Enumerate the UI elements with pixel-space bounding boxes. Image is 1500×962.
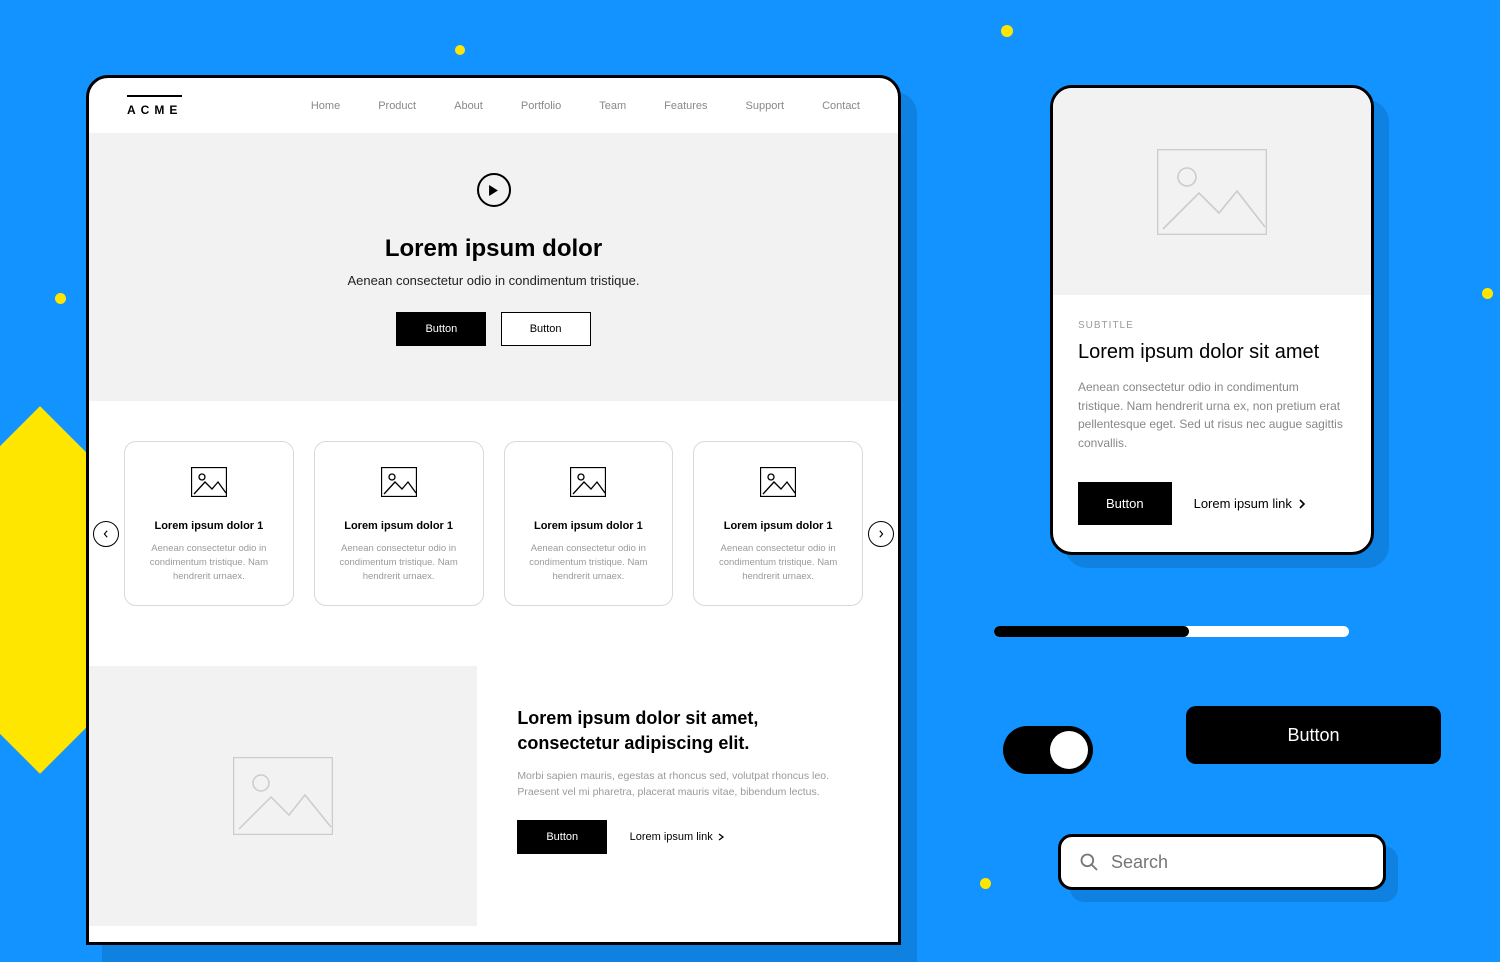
toggle-switch[interactable] xyxy=(1003,726,1093,774)
carousel-prev-button[interactable] xyxy=(93,521,119,547)
mobile-link[interactable]: Lorem ipsum link xyxy=(1194,496,1307,511)
image-placeholder-icon xyxy=(233,757,333,835)
carousel: Lorem ipsum dolor 1 Aenean consectetur o… xyxy=(89,401,898,666)
split-title: Lorem ipsum dolor sit amet, consectetur … xyxy=(517,706,863,755)
image-placeholder-icon xyxy=(191,467,227,497)
card-title: Lorem ipsum dolor 1 xyxy=(708,520,848,532)
carousel-card[interactable]: Lorem ipsum dolor 1 Aenean consectetur o… xyxy=(504,441,674,606)
toggle-knob xyxy=(1050,731,1088,769)
decorative-dot xyxy=(1001,25,1013,37)
card-title: Lorem ipsum dolor 1 xyxy=(139,520,279,532)
split-link[interactable]: Lorem ipsum link xyxy=(630,831,725,843)
image-placeholder-icon xyxy=(381,467,417,497)
split-button[interactable]: Button xyxy=(517,820,607,854)
card-title: Lorem ipsum dolor 1 xyxy=(519,520,659,532)
card-body: Aenean consectetur odio in condimentum t… xyxy=(329,542,469,583)
nav-home[interactable]: Home xyxy=(311,100,340,112)
nav-contact[interactable]: Contact xyxy=(822,100,860,112)
card-body: Aenean consectetur odio in condimentum t… xyxy=(139,542,279,583)
card-title: Lorem ipsum dolor 1 xyxy=(329,520,469,532)
image-placeholder-icon xyxy=(1157,149,1267,235)
mobile-title: Lorem ipsum dolor sit amet xyxy=(1078,341,1346,364)
mobile-image xyxy=(1053,88,1371,295)
split-section: Lorem ipsum dolor sit amet, consectetur … xyxy=(89,666,898,926)
split-image xyxy=(89,666,477,926)
hero-primary-button[interactable]: Button xyxy=(396,312,486,346)
play-button[interactable] xyxy=(477,173,511,207)
chevron-right-icon xyxy=(1297,499,1307,509)
nav-team[interactable]: Team xyxy=(599,100,626,112)
hero-secondary-button[interactable]: Button xyxy=(501,312,591,346)
hero-section: Lorem ipsum dolor Aenean consectetur odi… xyxy=(89,133,898,401)
progress-bar[interactable] xyxy=(994,626,1349,637)
mobile-link-label: Lorem ipsum link xyxy=(1194,496,1292,511)
progress-fill xyxy=(994,626,1189,637)
nav-support[interactable]: Support xyxy=(746,100,785,112)
hero-title: Lorem ipsum dolor xyxy=(119,235,868,263)
image-placeholder-icon xyxy=(760,467,796,497)
mobile-body: Aenean consectetur odio in condimentum t… xyxy=(1078,378,1346,452)
hero-subtitle: Aenean consectetur odio in condimentum t… xyxy=(119,273,868,288)
nav-about[interactable]: About xyxy=(454,100,483,112)
chevron-right-icon xyxy=(717,833,725,841)
mobile-subtitle: SUBTITLE xyxy=(1078,320,1346,331)
nav-features[interactable]: Features xyxy=(664,100,707,112)
nav-portfolio[interactable]: Portfolio xyxy=(521,100,561,112)
card-body: Aenean consectetur odio in condimentum t… xyxy=(519,542,659,583)
image-placeholder-icon xyxy=(570,467,606,497)
card-body: Aenean consectetur odio in condimentum t… xyxy=(708,542,848,583)
split-link-label: Lorem ipsum link xyxy=(630,831,713,843)
decorative-dot xyxy=(980,878,991,889)
desktop-frame: ACME Home Product About Portfolio Team F… xyxy=(86,75,901,945)
search-input[interactable] xyxy=(1111,852,1365,873)
decorative-dot xyxy=(55,293,66,304)
carousel-card[interactable]: Lorem ipsum dolor 1 Aenean consectetur o… xyxy=(124,441,294,606)
navbar: ACME Home Product About Portfolio Team F… xyxy=(89,78,898,133)
split-body: Morbi sapien mauris, egestas at rhoncus … xyxy=(517,769,863,801)
nav-product[interactable]: Product xyxy=(378,100,416,112)
logo: ACME xyxy=(127,95,182,117)
mobile-button[interactable]: Button xyxy=(1078,482,1172,525)
decorative-dot xyxy=(1482,288,1493,299)
decorative-dot xyxy=(455,45,465,55)
standalone-button[interactable]: Button xyxy=(1186,706,1441,764)
carousel-card[interactable]: Lorem ipsum dolor 1 Aenean consectetur o… xyxy=(693,441,863,606)
carousel-next-button[interactable] xyxy=(868,521,894,547)
search-icon xyxy=(1079,852,1099,872)
carousel-card[interactable]: Lorem ipsum dolor 1 Aenean consectetur o… xyxy=(314,441,484,606)
mobile-frame: SUBTITLE Lorem ipsum dolor sit amet Aene… xyxy=(1050,85,1374,555)
search-field[interactable] xyxy=(1058,834,1386,890)
